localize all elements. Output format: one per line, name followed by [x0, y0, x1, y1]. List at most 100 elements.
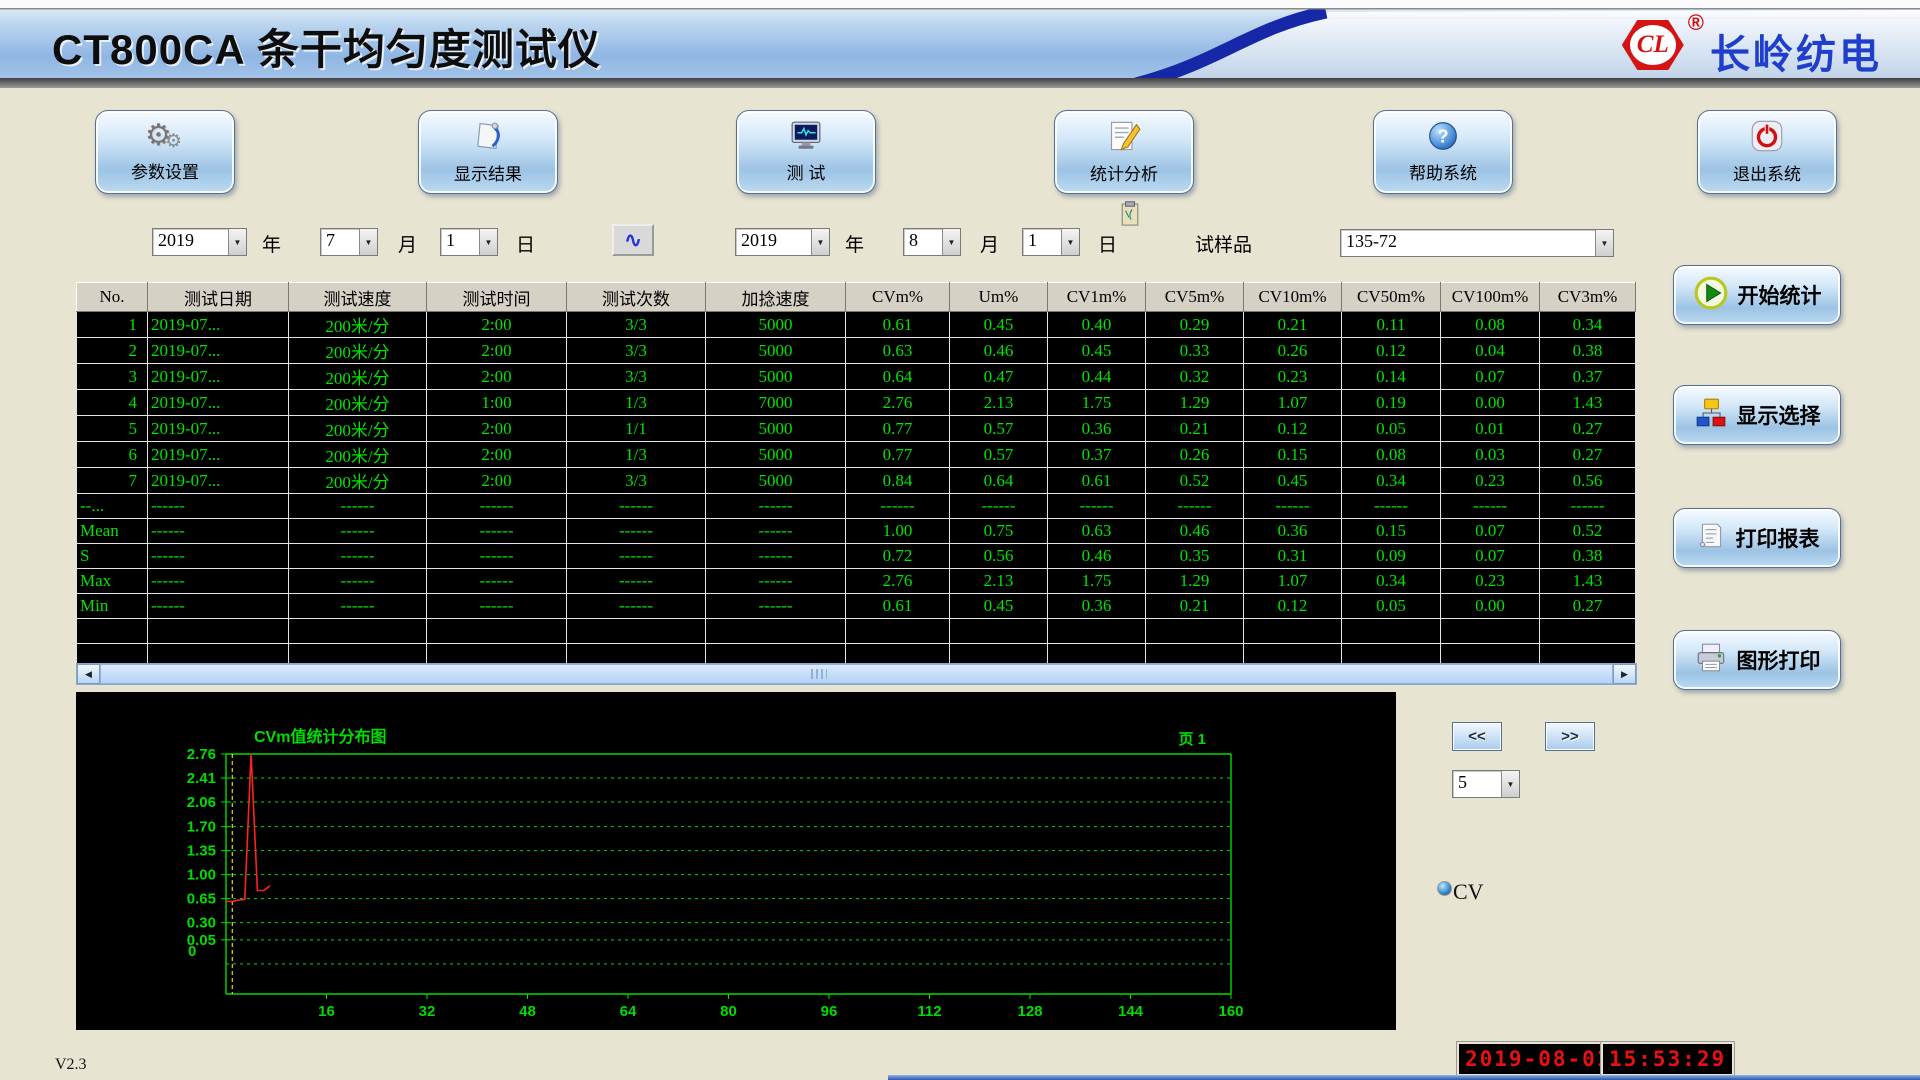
stats-edit-icon [1107, 119, 1141, 158]
table-cell: 0.21 [1146, 594, 1244, 619]
show-results-button[interactable]: 显示结果 [418, 110, 558, 194]
table-cell: ------ [427, 569, 567, 594]
table-row[interactable]: 12019-07...200米/分2:003/350000.610.450.40… [77, 312, 1636, 338]
table-cell: 0.33 [1146, 338, 1244, 364]
table-cell: 0.32 [1146, 364, 1244, 390]
table-cell: 0.56 [1540, 468, 1636, 494]
table-row[interactable]: 72019-07...200米/分2:003/350000.840.640.61… [77, 468, 1636, 494]
table-row[interactable]: 22019-07...200米/分2:003/350000.630.460.45… [77, 338, 1636, 364]
table-cell: 2.13 [950, 390, 1048, 416]
table-cell: 2019-07... [148, 338, 289, 364]
column-header[interactable]: CV5m% [1146, 283, 1244, 312]
end-year-select[interactable]: 2019▼ [735, 228, 830, 256]
column-header[interactable]: 测试次数 [567, 283, 706, 312]
x-tick-label: 144 [1118, 1003, 1144, 1020]
print-report-button[interactable]: 打印报表 [1673, 508, 1841, 568]
table-cell: 0.21 [1244, 312, 1342, 338]
table-cell: 0.61 [846, 594, 950, 619]
chevron-down-icon[interactable]: ▼ [228, 229, 246, 255]
y-tick-label: 0.30 [187, 915, 216, 932]
table-cell: 2:00 [427, 468, 567, 494]
table-cell: 3 [77, 364, 148, 390]
table-cell: ------ [289, 544, 427, 569]
table-row[interactable] [77, 619, 1636, 644]
y-zero-label: 0 [188, 943, 196, 960]
clipboard-icon[interactable] [1120, 200, 1140, 233]
table-cell: 2019-07... [148, 468, 289, 494]
y-tick-label: 1.70 [187, 819, 216, 836]
chevron-down-icon[interactable]: ▼ [811, 229, 829, 255]
table-cell: 0.12 [1342, 338, 1441, 364]
table-row[interactable]: 52019-07...200米/分2:001/150000.770.570.36… [77, 416, 1636, 442]
table-row[interactable]: 32019-07...200米/分2:003/350000.640.470.44… [77, 364, 1636, 390]
table-cell: 7000 [706, 390, 846, 416]
page-prev-button[interactable]: << [1452, 722, 1502, 751]
table-cell: 0.56 [950, 544, 1048, 569]
column-header[interactable]: Um% [950, 283, 1048, 312]
table-cell: 0.37 [1540, 364, 1636, 390]
start-month-label: 月 [398, 230, 417, 257]
table-hscrollbar[interactable]: ◀ ▶ [76, 663, 1637, 685]
print-graph-button[interactable]: 图形打印 [1673, 630, 1841, 690]
scroll-right-icon[interactable]: ▶ [1613, 664, 1636, 684]
table-cell: 0.77 [846, 416, 950, 442]
exit-button[interactable]: 退出系统 [1697, 110, 1837, 194]
table-cell: 0.31 [1244, 544, 1342, 569]
column-header[interactable]: CV100m% [1441, 283, 1540, 312]
start-day-select[interactable]: 1▼ [440, 228, 498, 256]
chevron-down-icon[interactable]: ▼ [479, 229, 497, 255]
table-row[interactable]: --...-----------------------------------… [77, 494, 1636, 519]
chevron-down-icon[interactable]: ▼ [942, 229, 960, 255]
column-header[interactable]: 测试时间 [427, 283, 567, 312]
table-cell: 3/3 [567, 338, 706, 364]
column-header[interactable]: CV10m% [1244, 283, 1342, 312]
table-cell: 0.61 [846, 312, 950, 338]
table-cell: 0.40 [1048, 312, 1146, 338]
chevron-down-icon[interactable]: ▼ [359, 229, 377, 255]
column-header[interactable]: No. [77, 283, 148, 312]
chevron-down-icon[interactable]: ▼ [1595, 230, 1613, 256]
brand-logo: CL ® 长岭纺电 [1622, 14, 1882, 80]
table-row[interactable]: 62019-07...200米/分2:001/350000.770.570.37… [77, 442, 1636, 468]
chevron-down-icon[interactable]: ▼ [1061, 229, 1079, 255]
table-cell: 1.75 [1048, 390, 1146, 416]
column-header[interactable]: 加捻速度 [706, 283, 846, 312]
cv-radio-icon[interactable] [1437, 881, 1452, 896]
page-next-button[interactable]: >> [1545, 722, 1595, 751]
chevron-down-icon[interactable]: ▼ [1501, 771, 1519, 797]
table-row[interactable]: Min------------------------------0.610.4… [77, 594, 1636, 619]
page-size-select[interactable]: 5▼ [1452, 770, 1520, 798]
table-row[interactable]: S------------------------------0.720.560… [77, 544, 1636, 569]
end-month-select[interactable]: 8▼ [903, 228, 961, 256]
column-header[interactable]: 测试速度 [289, 283, 427, 312]
column-header[interactable]: CV3m% [1540, 283, 1636, 312]
params-button[interactable]: ⚙⚙ 参数设置 [95, 110, 235, 194]
test-button[interactable]: 测 试 [736, 110, 876, 194]
table-cell: 0.44 [1048, 364, 1146, 390]
column-header[interactable]: CVm% [846, 283, 950, 312]
scroll-left-icon[interactable]: ◀ [77, 664, 100, 684]
table-row[interactable]: 42019-07...200米/分1:001/370002.762.131.75… [77, 390, 1636, 416]
end-day-select[interactable]: 1▼ [1022, 228, 1080, 256]
start-year-select[interactable]: 2019▼ [152, 228, 247, 256]
table-cell: Min [77, 594, 148, 619]
start-statistics-button[interactable]: 开始统计 [1673, 265, 1841, 325]
scrollbar-thumb[interactable] [100, 664, 1613, 684]
column-header[interactable]: CV1m% [1048, 283, 1146, 312]
table-cell: 0.36 [1048, 594, 1146, 619]
table-cell: 1.43 [1540, 569, 1636, 594]
column-header[interactable]: 测试日期 [148, 283, 289, 312]
table-cell: 0.08 [1441, 312, 1540, 338]
help-button[interactable]: ? 帮助系统 [1373, 110, 1513, 194]
display-select-button[interactable]: 显示选择 [1673, 385, 1841, 445]
cvm-chart-svg[interactable]: 2.762.412.061.701.351.000.650.300.050163… [76, 692, 1396, 1030]
start-month-select[interactable]: 7▼ [320, 228, 378, 256]
sample-select[interactable]: 135-72▼ [1340, 229, 1614, 257]
column-header[interactable]: CV50m% [1342, 283, 1441, 312]
table-cell: 0.52 [1146, 468, 1244, 494]
table-row[interactable]: Mean------------------------------1.000.… [77, 519, 1636, 544]
table-cell: ------ [567, 544, 706, 569]
table-row[interactable]: Max------------------------------2.762.1… [77, 569, 1636, 594]
cvm-distribution-chart[interactable]: 2.762.412.061.701.351.000.650.300.050163… [76, 692, 1396, 1030]
statistics-button[interactable]: 统计分析 [1054, 110, 1194, 194]
